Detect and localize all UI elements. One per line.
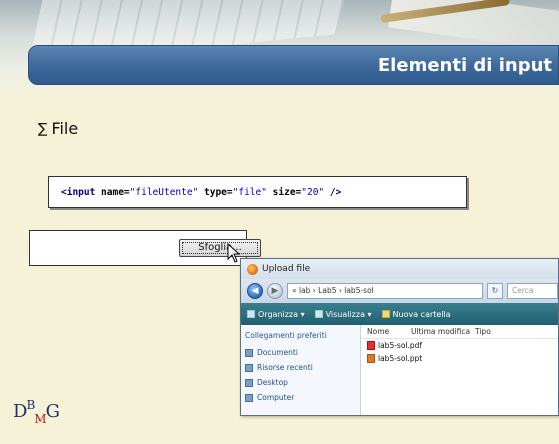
- column-header-modified[interactable]: Ultima modifica: [411, 327, 475, 336]
- code-attr-name: name=: [95, 186, 130, 198]
- code-value-type: "file": [232, 186, 267, 198]
- code-value-size: "20": [301, 186, 325, 198]
- column-headers: Nome Ultima modifica Tipo: [361, 325, 558, 339]
- logo-letter-b: B: [26, 398, 35, 412]
- ppt-icon: [367, 354, 375, 363]
- file-input-field[interactable]: Sfoglia...: [29, 230, 261, 266]
- dialog-titlebar: Upload file: [241, 259, 558, 279]
- views-icon: [314, 310, 323, 318]
- sidebar-item-recent[interactable]: Risorse recenti: [245, 363, 356, 372]
- folder-icon: [381, 310, 390, 318]
- search-input[interactable]: Cerca: [507, 283, 558, 299]
- new-folder-label: Nuova cartella: [392, 309, 451, 319]
- code-attr-type: type=: [198, 186, 233, 198]
- bullet-item: ∑ File: [38, 119, 78, 138]
- code-value-name: "fileUtente": [129, 186, 199, 198]
- sidebar-item-label: Documenti: [257, 348, 298, 357]
- bullet-text: File: [51, 119, 79, 138]
- address-field[interactable]: « lab › Lab5 › lab5-sol: [287, 283, 483, 299]
- views-button[interactable]: Visualizza ▾: [314, 309, 372, 319]
- recent-icon: [245, 363, 253, 372]
- sidebar-item-desktop[interactable]: Desktop: [245, 378, 356, 387]
- sidebar-item-computer[interactable]: Computer: [245, 393, 356, 402]
- computer-icon: [245, 393, 253, 402]
- firefox-icon: [247, 263, 258, 275]
- page-title: Elementi di input: [377, 55, 552, 76]
- new-folder-button[interactable]: Nuova cartella: [381, 309, 451, 319]
- pdf-icon: [367, 341, 375, 350]
- documents-icon: [245, 348, 253, 357]
- views-label: Visualizza ▾: [325, 309, 372, 319]
- back-button[interactable]: ◀: [247, 283, 263, 299]
- organize-label: Organizza ▾: [258, 309, 305, 319]
- organize-button[interactable]: Organizza ▾: [247, 310, 305, 319]
- sidebar-item-label: Risorse recenti: [257, 363, 313, 372]
- forward-button[interactable]: ▶: [267, 283, 283, 299]
- code-tag-close: />: [324, 186, 342, 198]
- sidebar-item-documents[interactable]: Documenti: [245, 348, 356, 357]
- code-attr-size: size=: [266, 186, 302, 198]
- title-bar: Elementi di input: [28, 45, 559, 85]
- sidebar-heading: Collegamenti preferiti: [245, 331, 327, 340]
- file-name: lab5-sol.pdf: [378, 341, 423, 350]
- favorites-sidebar: Collegamenti preferiti Documenti Risorse…: [241, 325, 361, 415]
- desktop-icon: [245, 378, 253, 387]
- upload-dialog: Upload file ◀ ▶ « lab › Lab5 › lab5-sol …: [240, 258, 559, 416]
- code-tag-open: <input: [61, 186, 96, 198]
- column-header-type[interactable]: Tipo: [475, 327, 491, 336]
- file-list: Nome Ultima modifica Tipo lab5-sol.pdf l…: [361, 325, 558, 415]
- logo-letter-m: M: [34, 412, 46, 426]
- dialog-toolbar: Organizza ▾ Visualizza ▾ Nuova cartella: [241, 303, 558, 325]
- column-header-name[interactable]: Nome: [367, 327, 411, 336]
- logo-letter-g: G: [45, 401, 60, 422]
- address-bar: ◀ ▶ « lab › Lab5 › lab5-sol ↻ Cerca: [241, 279, 558, 303]
- bullet-icon: ∑: [38, 120, 48, 137]
- sidebar-item-label: Desktop: [257, 378, 288, 387]
- file-name: lab5-sol.ppt: [378, 354, 423, 363]
- list-item[interactable]: lab5-sol.pdf: [361, 339, 558, 352]
- logo-letter-d: D: [13, 401, 27, 422]
- dialog-title: Upload file: [262, 264, 311, 274]
- refresh-button[interactable]: ↻: [487, 283, 503, 299]
- sidebar-item-label: Computer: [257, 393, 295, 402]
- code-snippet: <input name= "fileUtente" type= "file" siz…: [48, 176, 467, 208]
- list-item[interactable]: lab5-sol.ppt: [361, 352, 558, 365]
- dbmg-logo: DBMG: [13, 398, 60, 426]
- browse-button[interactable]: Sfoglia...: [179, 239, 261, 257]
- dialog-body: Collegamenti preferiti Documenti Risorse…: [241, 325, 558, 415]
- organize-icon: [247, 310, 255, 318]
